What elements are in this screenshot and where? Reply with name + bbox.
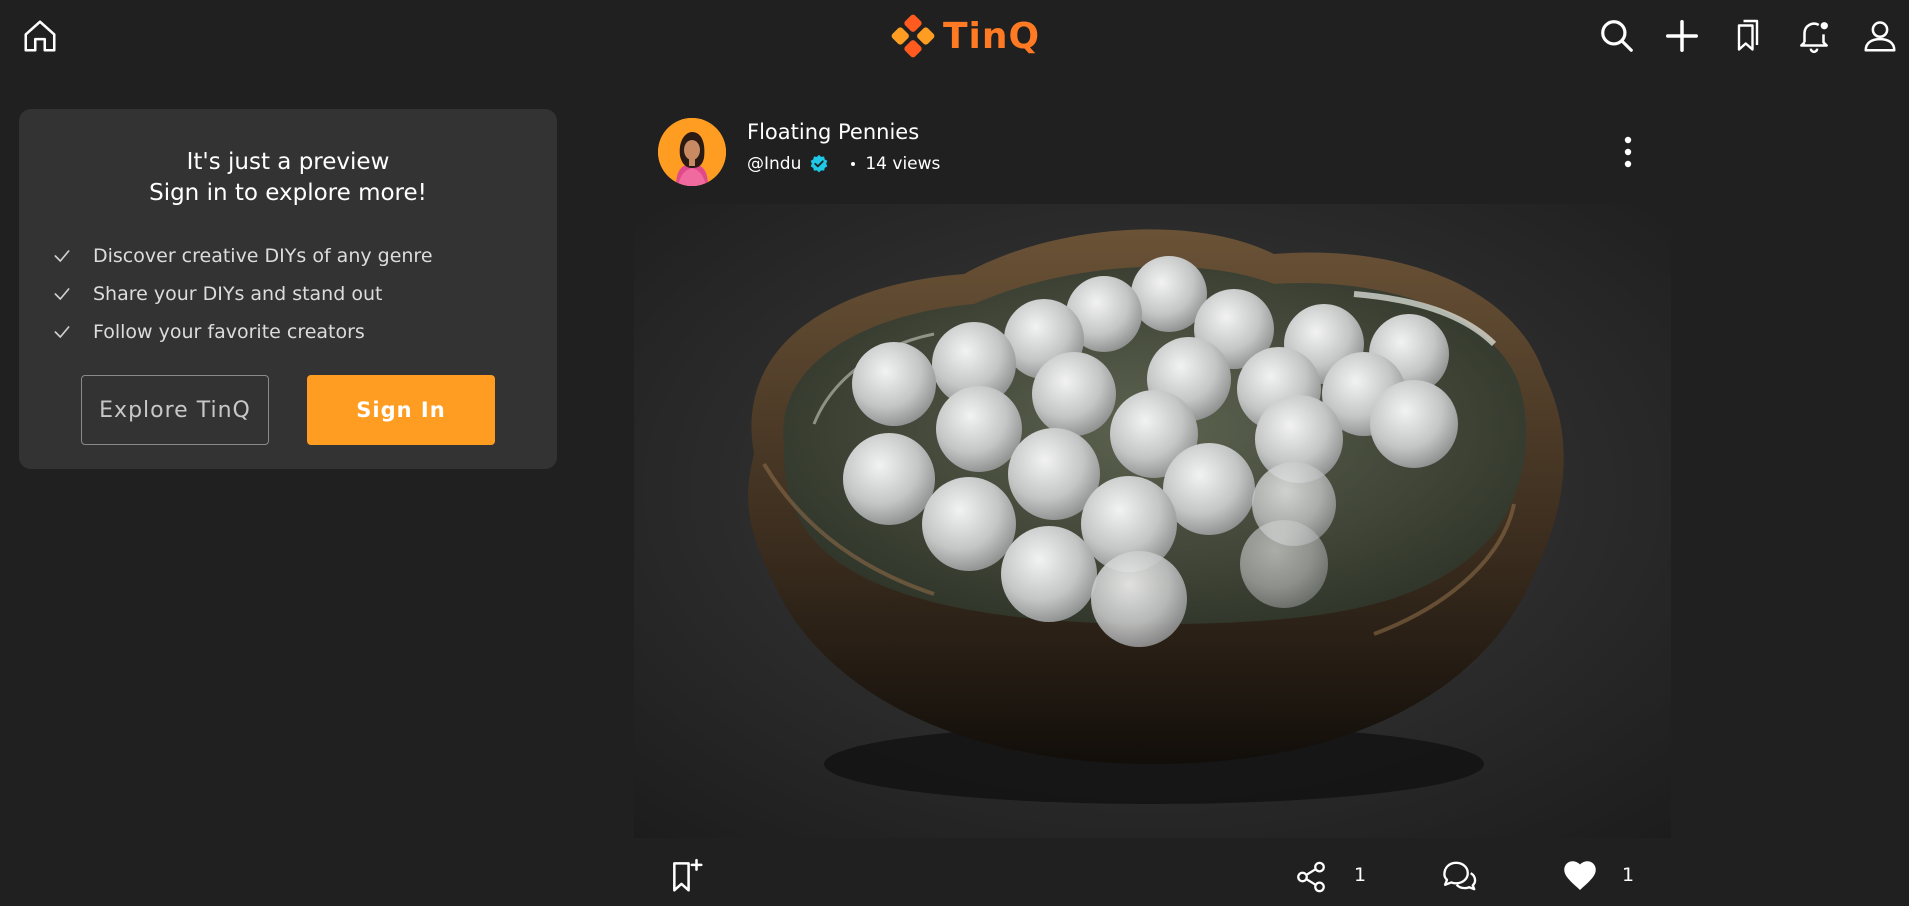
check-icon bbox=[51, 321, 73, 343]
bookmarks-icon bbox=[1737, 19, 1759, 51]
avatar-image bbox=[658, 118, 726, 186]
tinq-logo-icon bbox=[891, 14, 935, 58]
check-icon bbox=[51, 283, 73, 305]
bell-icon bbox=[1800, 22, 1828, 54]
view-count: 14 views bbox=[865, 154, 941, 174]
comments-icon bbox=[1443, 861, 1477, 891]
search-icon bbox=[1601, 20, 1633, 52]
avatar[interactable] bbox=[658, 118, 726, 186]
like-count: 1 bbox=[1622, 864, 1635, 886]
profile-button[interactable] bbox=[1858, 14, 1902, 58]
notifications-button[interactable] bbox=[1792, 14, 1836, 58]
post-header: Floating Pennies @Indu 14 views bbox=[658, 116, 1658, 186]
user-icon bbox=[1864, 21, 1896, 52]
save-to-collection-button[interactable] bbox=[668, 856, 706, 896]
create-post-button[interactable] bbox=[1660, 14, 1704, 58]
benefit-item: Follow your favorite creators bbox=[51, 313, 433, 351]
benefit-text: Share your DIYs and stand out bbox=[93, 283, 383, 305]
heart-icon bbox=[1564, 861, 1596, 890]
check-icon bbox=[51, 245, 73, 267]
plus-icon bbox=[1666, 20, 1698, 52]
sign-in-button[interactable]: Sign In bbox=[307, 375, 495, 445]
share-icon bbox=[1297, 861, 1325, 893]
post-title: Floating Pennies bbox=[747, 120, 920, 144]
comments-button[interactable] bbox=[1440, 858, 1478, 894]
bookmark-add-icon bbox=[673, 858, 703, 892]
share-button[interactable] bbox=[1294, 860, 1328, 894]
more-vertical-icon bbox=[1624, 136, 1632, 168]
home-icon bbox=[24, 20, 56, 52]
benefit-item: Share your DIYs and stand out bbox=[51, 275, 433, 313]
benefit-text: Follow your favorite creators bbox=[93, 321, 365, 343]
like-button[interactable] bbox=[1562, 858, 1598, 892]
top-navigation-bar: TinQ bbox=[0, 0, 1909, 72]
brand-logo[interactable]: TinQ bbox=[889, 10, 1040, 62]
home-button[interactable] bbox=[18, 14, 62, 58]
benefit-item: Discover creative DIYs of any genre bbox=[51, 237, 433, 275]
coins-in-bowl-photo bbox=[634, 204, 1671, 838]
benefits-list: Discover creative DIYs of any genre Shar… bbox=[51, 237, 433, 351]
post-image[interactable] bbox=[634, 204, 1671, 838]
explore-tinq-button[interactable]: Explore TinQ bbox=[81, 375, 269, 445]
post-options-button[interactable] bbox=[1608, 130, 1648, 174]
verified-badge-icon bbox=[811, 154, 828, 173]
meta-separator bbox=[851, 162, 856, 166]
post-meta: @Indu 14 views bbox=[747, 154, 940, 174]
benefit-text: Discover creative DIYs of any genre bbox=[93, 245, 433, 267]
sign-in-preview-card: It's just a preview Sign in to explore m… bbox=[19, 109, 557, 469]
saved-collections-button[interactable] bbox=[1726, 14, 1770, 58]
share-count: 1 bbox=[1354, 864, 1367, 886]
preview-heading-line1: It's just a preview bbox=[186, 149, 390, 175]
brand-name: TinQ bbox=[943, 15, 1041, 57]
search-button[interactable] bbox=[1595, 14, 1639, 58]
preview-heading-line2: Sign in to explore more! bbox=[149, 180, 427, 206]
preview-heading: It's just a preview Sign in to explore m… bbox=[19, 147, 557, 209]
author-username[interactable]: @Indu bbox=[747, 154, 801, 174]
